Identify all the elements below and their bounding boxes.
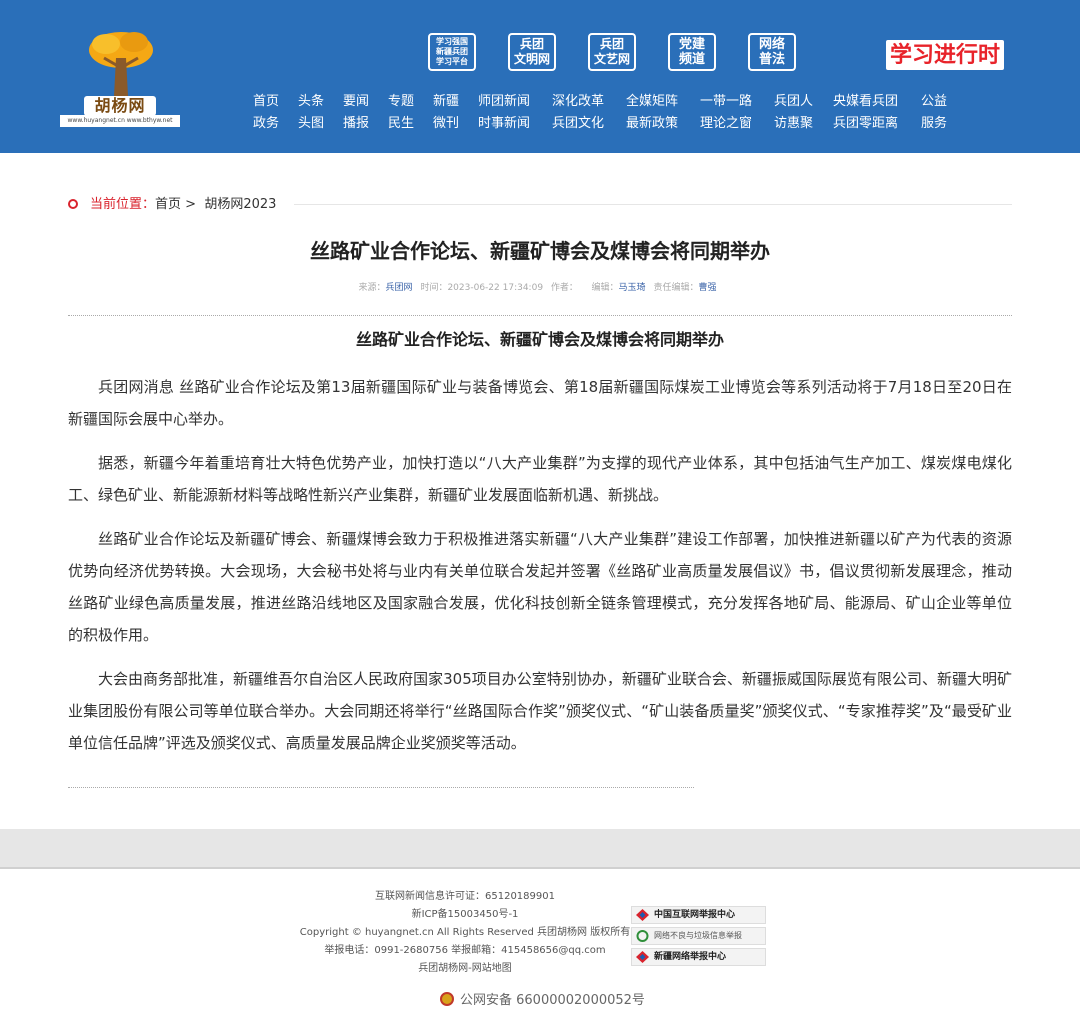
site-logo[interactable]: 胡杨网 www.huyangnet.cn www.bthyw.net bbox=[58, 28, 180, 128]
article-body: 兵团网消息 丝路矿业合作论坛及第13届新疆国际矿业与装备博览会、第18届新疆国际… bbox=[68, 371, 1012, 771]
nav-item[interactable]: 访惠聚 bbox=[774, 114, 813, 134]
nav-item[interactable]: 一带一路 bbox=[700, 92, 752, 112]
nav-item[interactable]: 兵团零距离 bbox=[833, 114, 898, 134]
badge-wangluo-pufa[interactable]: 网络 普法 bbox=[748, 33, 796, 71]
nav-item[interactable]: 首页 bbox=[253, 92, 279, 112]
nav-item[interactable]: 要闻 bbox=[343, 92, 369, 112]
article-title: 丝路矿业合作论坛、新疆矿博会及煤博会将同期举办 bbox=[310, 239, 770, 263]
article-paragraph: 据悉，新疆今年着重培育壮大特色优势产业，加快打造以“八大产业集群”为支撑的现代产… bbox=[68, 454, 1012, 504]
article-paragraph: 兵团网消息 丝路矿业合作论坛及第13届新疆国际矿业与装备博览会、第18届新疆国际… bbox=[68, 378, 1012, 428]
report-diamond-icon bbox=[636, 909, 649, 921]
article-end-divider bbox=[68, 787, 694, 788]
nav-item[interactable]: 服务 bbox=[921, 114, 947, 134]
breadcrumb-label: 当前位置： bbox=[90, 197, 156, 212]
breadcrumb-section-link[interactable]: 胡杨网2023 bbox=[204, 197, 276, 212]
xinjiang-report-badge[interactable]: 新疆网络举报中心 bbox=[631, 948, 766, 966]
breadcrumb-home-link[interactable]: 首页 bbox=[155, 197, 181, 212]
nav-item[interactable]: 专题 bbox=[388, 92, 414, 112]
nav-item[interactable]: 兵团人 bbox=[774, 92, 813, 112]
nav-item[interactable]: 央媒看兵团 bbox=[833, 92, 898, 112]
breadcrumb-divider bbox=[294, 204, 1012, 205]
footer-report-contact: 举报电话：0991-2680756 举报邮箱：415458656@qq.com bbox=[324, 945, 606, 956]
police-emblem-icon bbox=[440, 992, 454, 1006]
article-meta: 来源：兵团网 时间：2023-06-22 17:34:09 作者： 编辑：马玉琦… bbox=[358, 283, 717, 293]
site-header: 胡杨网 www.huyangnet.cn www.bthyw.net 学习强国 … bbox=[0, 0, 1080, 153]
nav-item[interactable]: 全媒矩阵 bbox=[626, 92, 678, 112]
footer-sitemap-link[interactable]: 兵团胡杨网-网站地图 bbox=[290, 960, 640, 978]
nav-item[interactable]: 微刊 bbox=[433, 114, 459, 134]
main-nav: 首页 头条 要闻 专题 新疆 师团新闻 深化改革 全媒矩阵 一带一路 兵团人 央… bbox=[243, 92, 963, 136]
xuexi-jinxingshi-link[interactable]: 学习进行时 bbox=[886, 40, 1005, 70]
nav-item[interactable]: 政务 bbox=[253, 114, 279, 134]
nav-row-1: 首页 头条 要闻 专题 新疆 师团新闻 深化改革 全媒矩阵 一带一路 兵团人 央… bbox=[243, 92, 963, 114]
logo-url: www.huyangnet.cn www.bthyw.net bbox=[60, 115, 180, 127]
nav-item[interactable]: 头图 bbox=[298, 114, 324, 134]
footer-rule bbox=[0, 867, 1080, 869]
nav-item[interactable]: 公益 bbox=[921, 92, 947, 112]
footer-band bbox=[0, 829, 1080, 867]
poplar-tree-icon bbox=[89, 32, 153, 96]
nav-item[interactable]: 民生 bbox=[388, 114, 414, 134]
article-paragraph: 大会由商务部批准，新疆维吾尔自治区人民政府国家305项目办公室特别协办，新疆矿业… bbox=[68, 670, 1012, 752]
spam-report-badge[interactable]: 网络不良与垃圾信息举报 bbox=[631, 927, 766, 945]
footer-info: 互联网新闻信息许可证：65120189901 新ICP备15003450号-1 … bbox=[290, 888, 640, 978]
footer-license: 互联网新闻信息许可证：65120189901 bbox=[375, 891, 555, 902]
report-center-badge[interactable]: 中国互联网举报中心 bbox=[631, 906, 766, 924]
breadcrumb: 当前位置：首页 > 胡杨网2023 bbox=[68, 196, 276, 214]
article-paragraph: 丝路矿业合作论坛及新疆矿博会、新疆煤博会致力于积极推进落实新疆“八大产业集群”建… bbox=[68, 530, 1012, 644]
nav-row-2: 政务 头图 播报 民生 微刊 时事新闻 兵团文化 最新政策 理论之窗 访惠聚 兵… bbox=[243, 114, 963, 136]
nav-item[interactable]: 头条 bbox=[298, 92, 324, 112]
nav-item[interactable]: 最新政策 bbox=[626, 114, 678, 134]
location-dot-icon bbox=[68, 199, 78, 209]
spam-report-icon bbox=[636, 930, 649, 942]
nav-item[interactable]: 深化改革 bbox=[552, 92, 604, 112]
nav-item[interactable]: 时事新闻 bbox=[478, 114, 530, 134]
police-record[interactable]: 公网安备 66000002000052号 bbox=[440, 992, 660, 1010]
nav-item[interactable]: 兵团文化 bbox=[552, 114, 604, 134]
meta-divider bbox=[68, 315, 1012, 316]
meta-editor: 马玉琦 bbox=[618, 283, 646, 293]
footer-icp-link[interactable]: 新ICP备15003450号-1 bbox=[290, 906, 640, 924]
nav-item[interactable]: 新疆 bbox=[433, 92, 459, 112]
nav-item[interactable]: 播报 bbox=[343, 114, 369, 134]
meta-time: 2023-06-22 17:34:09 bbox=[447, 283, 544, 293]
nav-item[interactable]: 理论之窗 bbox=[700, 114, 752, 134]
article-subtitle: 丝路矿业合作论坛、新疆矿博会及煤博会将同期举办 bbox=[355, 330, 724, 349]
badge-bingtuan-wenming[interactable]: 兵团 文明网 bbox=[508, 33, 556, 71]
footer-copyright: Copyright © huyangnet.cn All Rights Rese… bbox=[299, 927, 631, 938]
report-diamond-icon bbox=[636, 951, 649, 963]
meta-chief-editor: 曹强 bbox=[698, 283, 717, 293]
badge-dangjian[interactable]: 党建 频道 bbox=[668, 33, 716, 71]
nav-item[interactable]: 师团新闻 bbox=[478, 92, 530, 112]
meta-source: 兵团网 bbox=[385, 283, 413, 293]
breadcrumb-separator: > bbox=[185, 197, 197, 212]
badge-bingtuan-wenyi[interactable]: 兵团 文艺网 bbox=[588, 33, 636, 71]
badge-xuexi-qiangguo[interactable]: 学习强国 新疆兵团 学习平台 bbox=[428, 33, 476, 71]
logo-wordmark: 胡杨网 bbox=[84, 96, 156, 116]
